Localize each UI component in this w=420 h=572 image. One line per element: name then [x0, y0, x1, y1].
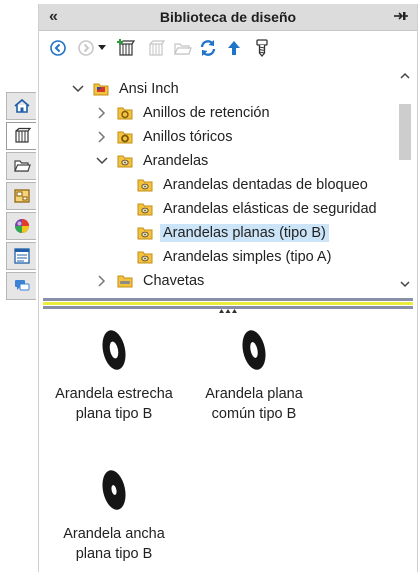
washer-folder-icon — [137, 226, 153, 240]
tab-design-library[interactable] — [6, 122, 36, 150]
tab-resources-home[interactable] — [6, 92, 36, 120]
tree-item-label: Arandelas — [143, 153, 209, 169]
pane-splitter[interactable] — [43, 298, 413, 314]
panel-title: Biblioteca de diseño — [159, 9, 297, 25]
view-palette-icon — [13, 189, 30, 203]
chevron-down-icon[interactable] — [71, 85, 85, 93]
library-item-arandela-estrecha[interactable]: Arandela estrecha plana tipo B — [39, 328, 189, 424]
scrollbar-thumb[interactable] — [399, 104, 411, 160]
tree-item-label: Chavetas — [143, 273, 205, 289]
chevron-down-icon[interactable] — [95, 157, 109, 165]
tree-item-ansi-inch[interactable]: Ansi Inch — [71, 78, 182, 100]
library-item-label: Arandela estrecha — [55, 386, 173, 402]
appearances-sphere-icon — [14, 219, 29, 233]
screw-icon — [256, 39, 268, 58]
tree-item-label: Arandelas elásticas de seguridad — [163, 201, 377, 217]
design-library-icon — [14, 127, 31, 143]
washer-folder-icon — [137, 250, 153, 264]
washer-thumbnail-icon — [242, 330, 266, 370]
add-to-library-button[interactable] — [115, 37, 137, 59]
tree-item-label: Arandelas simples (tipo A) — [163, 249, 332, 265]
library-item-label: Arandela plana — [205, 386, 303, 402]
create-new-folder-button[interactable] — [171, 37, 193, 59]
washer-thumbnail-icon — [102, 470, 126, 510]
tree-item-arandelas[interactable]: Arandelas — [95, 150, 211, 172]
refresh-icon — [200, 40, 216, 56]
library-tree: Ansi Inch Anillos de retención Anillos t… — [39, 70, 393, 298]
tree-item-chavetas[interactable]: Chavetas — [95, 270, 207, 292]
custom-properties-icon — [13, 248, 30, 264]
pin-button[interactable] — [393, 8, 409, 29]
add-existing-folder-button[interactable] — [145, 37, 167, 59]
tree-item-arandelas-elasticas[interactable]: Arandelas elásticas de seguridad — [137, 198, 380, 220]
refresh-button[interactable] — [197, 37, 219, 59]
history-dropdown[interactable] — [95, 37, 109, 59]
tree-item-label: Arandelas planas (tipo B) — [160, 224, 329, 242]
flag-folder-icon — [93, 82, 109, 96]
task-pane-tabs — [0, 84, 38, 300]
home-icon — [13, 98, 30, 113]
tab-appearances[interactable] — [6, 212, 36, 240]
tree-item-arandelas-simples[interactable]: Arandelas simples (tipo A) — [137, 246, 334, 268]
forward-button[interactable] — [75, 37, 97, 59]
tree-item-arandelas-planas[interactable]: Arandelas planas (tipo B) — [137, 222, 329, 244]
tree-item-label: Arandelas dentadas de bloqueo — [163, 177, 368, 193]
back-button[interactable] — [47, 37, 69, 59]
tree-scrollbar[interactable] — [397, 68, 413, 296]
chat-bubbles-icon — [14, 280, 29, 291]
washer-folder-icon — [117, 154, 133, 168]
tab-custom-properties[interactable] — [6, 242, 36, 270]
ring-folder-icon — [117, 130, 133, 144]
chevron-right-icon[interactable] — [95, 131, 109, 143]
forward-arrow-icon — [78, 40, 94, 56]
new-folder-icon — [174, 43, 192, 55]
panel-title-bar: « Biblioteca de diseño — [39, 4, 417, 31]
tree-item-label: Anillos tóricos — [143, 129, 233, 145]
key-folder-icon — [117, 274, 133, 288]
dropdown-triangle-icon — [98, 45, 106, 50]
library-item-label: Arandela ancha — [63, 526, 165, 542]
tab-forum[interactable] — [6, 272, 36, 300]
library-item-label: plana tipo B — [75, 406, 153, 422]
design-library-panel: « Biblioteca de diseño Ansi Inch Anillos… — [38, 4, 418, 572]
tree-item-anillos-toricos[interactable]: Anillos tóricos — [95, 126, 235, 148]
tree-item-label: Anillos de retención — [143, 105, 270, 121]
library-toolbar — [39, 34, 417, 64]
chevron-right-icon[interactable] — [95, 107, 109, 119]
tab-file-explorer[interactable] — [6, 152, 36, 180]
scroll-up-icon[interactable] — [400, 72, 410, 80]
library-item-arandela-ancha[interactable]: Arandela ancha plana tipo B — [39, 468, 189, 564]
up-arrow-icon — [228, 41, 240, 55]
toolbox-button[interactable] — [251, 37, 273, 59]
add-to-library-icon — [117, 39, 136, 56]
ring-folder-icon — [117, 106, 133, 120]
library-disabled-icon — [149, 40, 166, 56]
library-preview-area: Arandela estrecha plana tipo B Arandela … — [39, 322, 417, 572]
tab-view-palette[interactable] — [6, 182, 36, 210]
library-item-label: plana tipo B — [75, 546, 153, 562]
washer-folder-icon — [137, 202, 153, 216]
washer-thumbnail-icon — [102, 330, 126, 370]
tree-item-anillos-retencion[interactable]: Anillos de retención — [95, 102, 273, 124]
chevron-right-icon[interactable] — [95, 275, 109, 287]
library-item-arandela-plana-comun[interactable]: Arandela plana común tipo B — [179, 328, 329, 424]
pin-icon — [394, 12, 408, 20]
scroll-down-icon[interactable] — [400, 280, 410, 288]
library-item-label: común tipo B — [211, 406, 297, 422]
splitter-grip-icon — [219, 309, 237, 313]
open-folder-icon — [13, 160, 31, 172]
tree-item-label: Ansi Inch — [119, 81, 179, 97]
back-arrow-icon — [50, 40, 66, 56]
tree-item-arandelas-dentadas[interactable]: Arandelas dentadas de bloqueo — [137, 174, 371, 196]
up-one-level-button[interactable] — [223, 37, 245, 59]
washer-folder-icon — [137, 178, 153, 192]
